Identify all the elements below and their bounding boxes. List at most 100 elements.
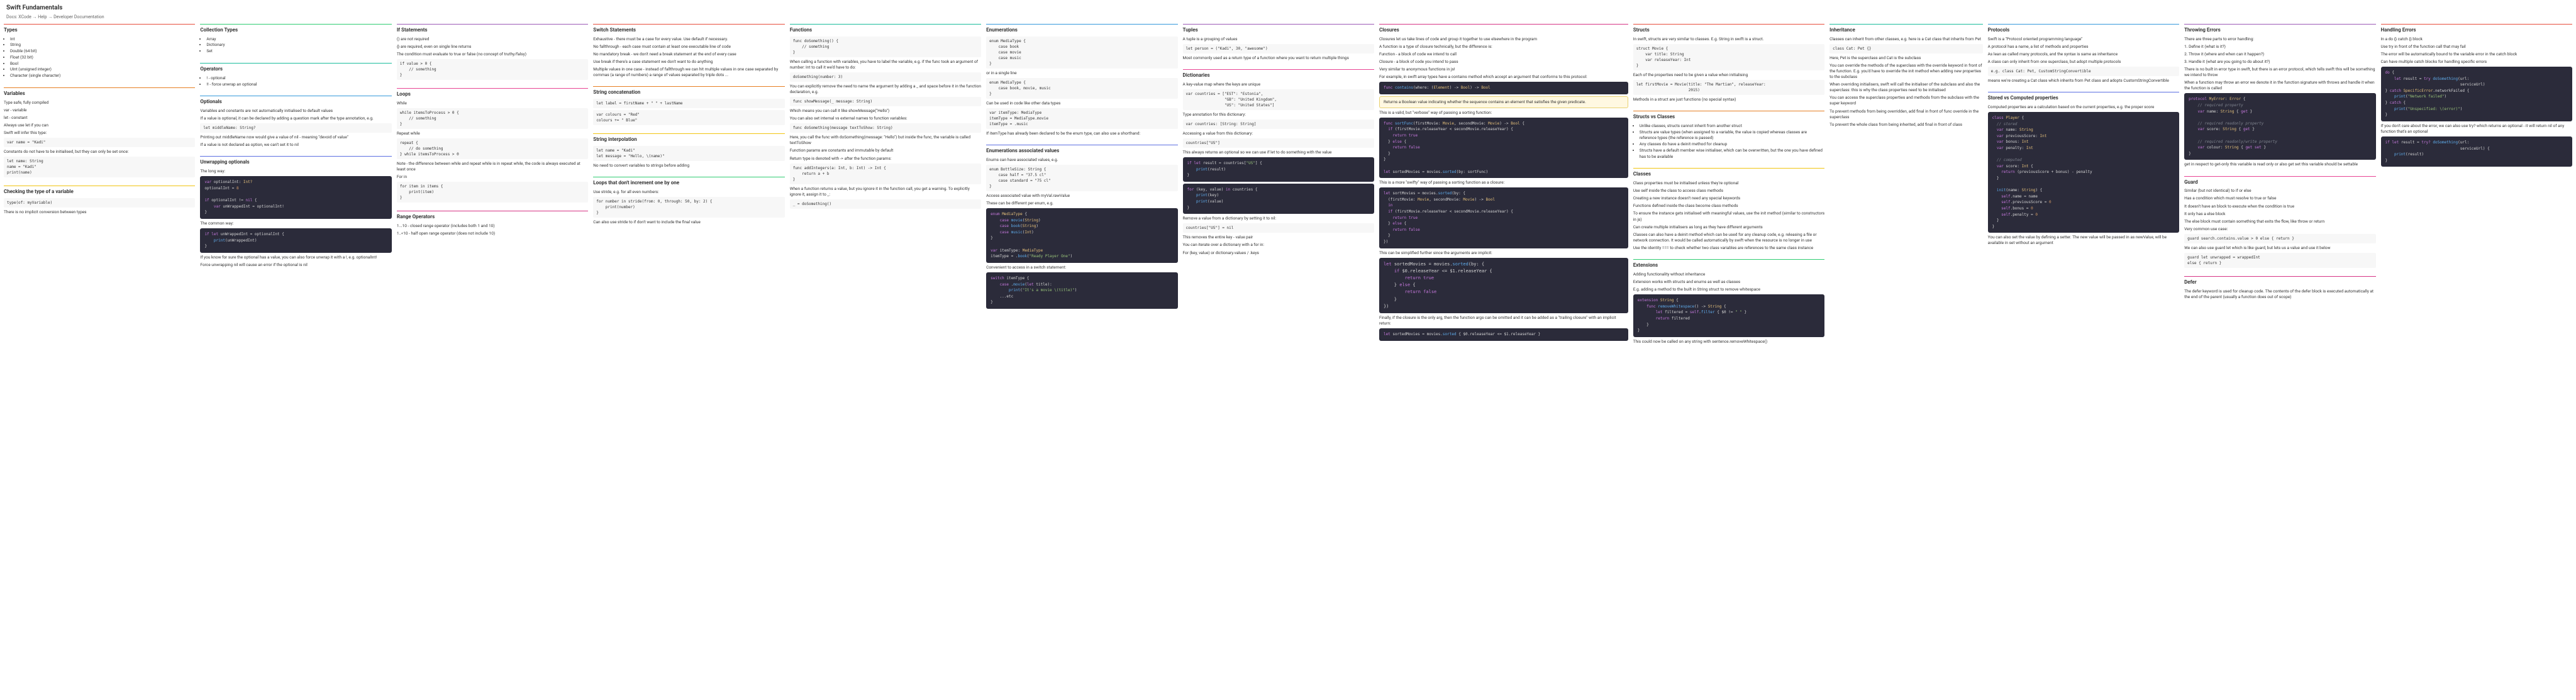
section-guard: Guard Similar (but not identical) to if … xyxy=(2184,176,2375,270)
text: The long way: xyxy=(200,169,391,174)
text: Repeat while xyxy=(397,131,588,136)
text: 3. Handle it (what are you going to do a… xyxy=(2184,59,2375,65)
text: Closures let us take lines of code and g… xyxy=(1379,36,1628,42)
code: repeat { // do something } while itemsTo… xyxy=(397,138,588,159)
column-2: Collection Types Array Dictionary Set Op… xyxy=(200,24,391,347)
text: 1..<10 - half open range operator (does … xyxy=(397,231,588,236)
section-stored-computed: Stored vs Computed properties Computed p… xyxy=(1988,92,2179,248)
columns-container: Types Int String Double (64 bit) Float (… xyxy=(0,24,2576,347)
section-if: If Statements () are not required {} are… xyxy=(397,24,588,82)
text: 2. Throw it (where and when can it happe… xyxy=(2184,52,2375,57)
text: 1...10 - closed range operator (includes… xyxy=(397,223,588,229)
column-10: Inheritance Classes can inherit from oth… xyxy=(1829,24,1983,347)
text: A class can only inherit from one superc… xyxy=(1988,59,2179,65)
text: A function is a type of closure technica… xyxy=(1379,44,1628,50)
heading: Optionals xyxy=(200,99,391,106)
heading: Defer xyxy=(2184,279,2375,286)
heading: Range Operators xyxy=(397,214,588,221)
code: countries["US"] = nil xyxy=(1183,223,1374,233)
text: To prevent the whole class from being in… xyxy=(1829,122,1983,128)
code: let name: String name = "Kadi" print(nam… xyxy=(4,157,195,177)
column-1: Types Int String Double (64 bit) Float (… xyxy=(4,24,195,347)
code: let sortMovies = movies.sorted(by: { (fi… xyxy=(1379,187,1628,248)
text: The common way: xyxy=(200,221,391,226)
section-enums: Enumerations enum MediaType { case book … xyxy=(986,24,1177,138)
text: It only has a else block xyxy=(2184,211,2375,217)
heading: Classes xyxy=(1633,171,1824,178)
code: let firstMovie = Movie(title: "The Marti… xyxy=(1633,80,1824,95)
list-item: Bool xyxy=(10,61,195,67)
text: Enums can have associated values, e.g. xyxy=(986,157,1177,163)
text: While xyxy=(397,101,588,106)
text: When calling a function with variables, … xyxy=(790,59,981,70)
text: You can iterate over a dictionary with a… xyxy=(1183,242,1374,248)
text: var - variable xyxy=(4,108,195,113)
column-13: Handling Errors In a do {} catch {} bloc… xyxy=(2381,24,2572,347)
text: This can be simplified further since the… xyxy=(1379,250,1628,256)
section-types: Types Int String Double (64 bit) Float (… xyxy=(4,24,195,81)
code: while itemsToProcess > 0 { // something … xyxy=(397,108,588,129)
text: This could now be called on any string w… xyxy=(1633,339,1824,345)
text: Use stride, e.g. for all even numbers: xyxy=(593,189,784,195)
section-loops-inc: Loops that don't increment one by one Us… xyxy=(593,177,784,227)
text: This is a more "swifty" way of passing a… xyxy=(1379,180,1628,186)
heading: Stored vs Computed properties xyxy=(1988,95,2179,102)
heading: Enumerations xyxy=(986,27,1177,34)
text: Variables and constants are not automati… xyxy=(200,108,391,114)
text: If a value is not declared as option, we… xyxy=(200,142,391,148)
heading: Inheritance xyxy=(1829,27,1983,34)
section-optionals: Optionals Variables and constants are no… xyxy=(200,96,391,150)
text: Type safe, fully compiled xyxy=(4,100,195,106)
list: ! - optional !! - force unwrap an option… xyxy=(200,75,391,88)
text: Printing out middleName now would give a… xyxy=(200,135,391,140)
text: Always use let if you can xyxy=(4,123,195,128)
text: means we're creating a Cat class which i… xyxy=(1988,78,2179,84)
text: A protocol has a name, a list of methods… xyxy=(1988,44,2179,50)
text: {} are required, even on single line ret… xyxy=(397,44,588,50)
text: Closure - a block of code you intend to … xyxy=(1379,59,1628,65)
section-concat: String concatenation let label = firstNa… xyxy=(593,86,784,127)
text: A key-value map where the keys are uniqu… xyxy=(1183,82,1374,87)
heading: Enumerations associated values xyxy=(986,148,1177,155)
list-item: Set xyxy=(206,48,391,55)
list-item: !! - force unwrap an optional xyxy=(206,82,391,88)
code: let sortedMovies = movies.sorted(by: { i… xyxy=(1379,258,1628,313)
section-inheritance: Inheritance Classes can inherit from oth… xyxy=(1829,24,1983,130)
code: countries["US"] xyxy=(1183,138,1374,148)
text: Finally, if the closure is the only arg,… xyxy=(1379,315,1628,326)
text: The else block must contain something th… xyxy=(2184,219,2375,225)
code: var itemType: MediaType itemType = Media… xyxy=(986,108,1177,129)
text: Computed properties are a calculation ba… xyxy=(1988,104,2179,110)
callout: Returns a Boolean value indicating wheth… xyxy=(1379,96,1628,108)
text: The defer keyword is used for cleanup co… xyxy=(2184,289,2375,300)
heading: Guard xyxy=(2184,179,2375,186)
text: No mandatory break - we don't need a bre… xyxy=(593,52,784,57)
heading: String interpolation xyxy=(593,136,784,143)
text: Each of the properties need to be given … xyxy=(1633,72,1824,78)
text: Here, you call the func with doSomething… xyxy=(790,135,981,146)
text: There is no implicit conversion between … xyxy=(4,209,195,215)
code: enum MediaType { case book case movie ca… xyxy=(986,36,1177,69)
text: You can access the superclass properties… xyxy=(1829,95,1983,106)
section-classes: Classes Class properties must be initial… xyxy=(1633,168,1824,253)
section-unwrapping: Unwrapping optionals The long way: var o… xyxy=(200,156,391,270)
code: var optionalInt: Int? optionalInt = 8 if… xyxy=(200,176,391,219)
text: For example, in swift array types have a… xyxy=(1379,74,1628,80)
code: for number in stride(from: 0, through: 5… xyxy=(593,197,784,218)
list-item: Any classes do have a deinit method for … xyxy=(1640,142,1824,148)
code: let middleName: String? xyxy=(200,123,391,133)
code: enum BottleSize: String { case half = "3… xyxy=(986,165,1177,191)
code: enum MediaType { case book, movie, music… xyxy=(986,78,1177,99)
section-checking-type: Checking the type of a variable type(of:… xyxy=(4,186,195,217)
text: A tuple is a grouping of values xyxy=(1183,36,1374,42)
text: If a value is optional, it can be declar… xyxy=(200,116,391,121)
text: There is no built in error type in swift… xyxy=(2184,67,2375,78)
heading: Operators xyxy=(200,66,391,73)
text: If you don't care about the error, we ca… xyxy=(2381,123,2572,135)
code: do { let result = try doSomething(url: s… xyxy=(2381,67,2572,121)
text: There are three parts to error handling: xyxy=(2184,36,2375,42)
code: func addIntegers(a: Int, b: Int) -> Int … xyxy=(790,164,981,184)
text: Creating a new instance doesn't need any… xyxy=(1633,196,1824,201)
heading: String concatenation xyxy=(593,89,784,96)
text: For in xyxy=(397,174,588,180)
